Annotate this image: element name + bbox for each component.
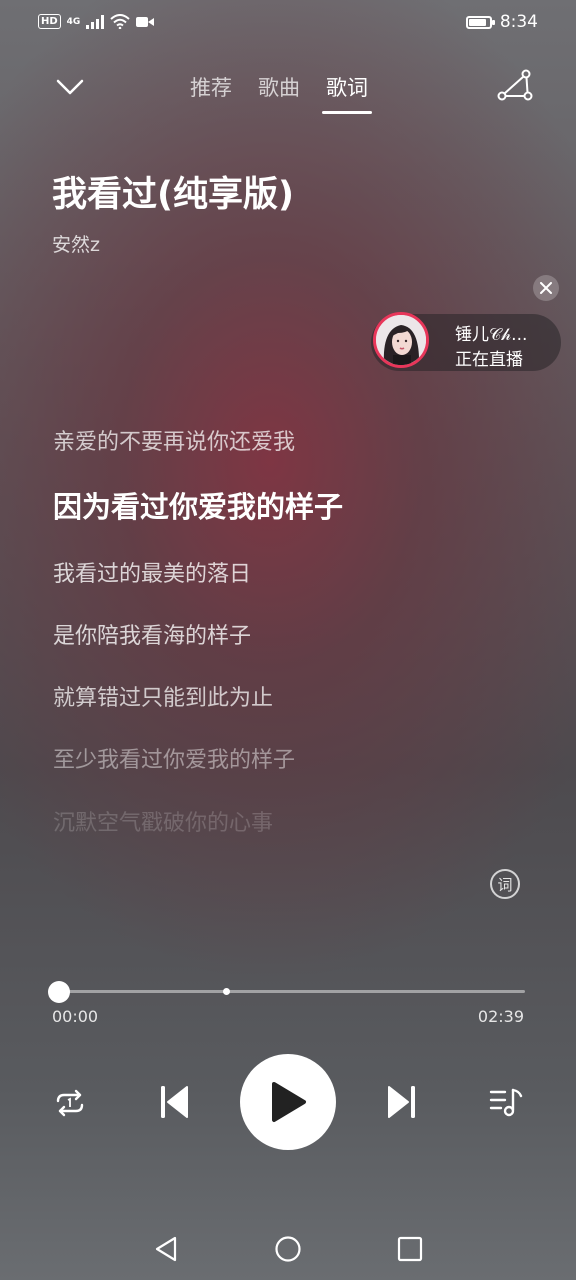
live-avatar[interactable]: [373, 312, 429, 368]
lyrics-toggle-button[interactable]: 词: [490, 869, 520, 899]
artist-name[interactable]: 安然z: [52, 230, 100, 257]
repeat-icon: [56, 1089, 84, 1117]
progress-track[interactable]: [59, 990, 525, 993]
skip-next-icon: [388, 1086, 415, 1118]
close-icon: [540, 282, 552, 294]
share-icon: [497, 69, 533, 101]
live-streamer-name: 锤儿𝒞𝒽...: [455, 325, 528, 345]
chevron-down-icon: [56, 79, 84, 95]
song-title: 我看过(纯享版): [52, 175, 294, 215]
signal-type: 4G: [66, 16, 81, 27]
back-triangle-icon: [155, 1236, 177, 1262]
home-button[interactable]: [268, 1229, 308, 1269]
lyric-line[interactable]: 沉默空气戳破你的心事: [53, 805, 273, 837]
recents-button[interactable]: [390, 1229, 430, 1269]
progress-thumb[interactable]: [48, 981, 70, 1003]
lyric-line[interactable]: 我看过的最美的落日: [53, 556, 251, 588]
home-circle-icon: [275, 1236, 301, 1262]
lyric-line[interactable]: 就算错过只能到此为止: [53, 680, 273, 712]
battery-icon: [465, 15, 495, 29]
play-button[interactable]: [240, 1054, 336, 1150]
recents-square-icon: [397, 1236, 423, 1262]
collapse-button[interactable]: [52, 72, 88, 102]
playlist-icon: [489, 1088, 523, 1117]
status-bar-left: HD 4G: [38, 14, 155, 29]
current-time: 00:00: [52, 1007, 99, 1026]
lyric-line[interactable]: 至少我看过你爱我的样子: [53, 742, 295, 774]
previous-button[interactable]: [154, 1081, 194, 1123]
lyric-line[interactable]: 是你陪我看海的样子: [53, 618, 251, 650]
streamer-portrait-icon: [376, 315, 426, 365]
lyrics-icon-label: 词: [497, 875, 513, 894]
tab-lyrics[interactable]: 歌词: [322, 72, 372, 114]
tab-song[interactable]: 歌曲: [258, 72, 300, 114]
wifi-icon: [110, 14, 130, 29]
live-close-button[interactable]: [533, 275, 559, 301]
tab-recommend[interactable]: 推荐: [190, 72, 232, 114]
next-button[interactable]: [382, 1081, 422, 1123]
tab-bar: 推荐 歌曲 歌词: [190, 72, 372, 114]
buffer-marker: [223, 988, 231, 995]
share-button[interactable]: [496, 68, 534, 102]
live-status: 正在直播: [455, 350, 523, 370]
play-icon: [272, 1082, 306, 1122]
total-time: 02:39: [477, 1007, 524, 1026]
back-button[interactable]: [146, 1229, 186, 1269]
clock: 8:34: [499, 12, 538, 32]
signal-icon: [86, 14, 105, 29]
video-call-icon: [136, 16, 155, 27]
repeat-button[interactable]: [50, 1086, 90, 1120]
playlist-button[interactable]: [486, 1084, 526, 1120]
status-bar-right: 8:34: [465, 12, 538, 32]
skip-previous-icon: [161, 1086, 188, 1118]
lyric-line-current[interactable]: 因为看过你爱我的样子: [53, 484, 343, 526]
lyric-line[interactable]: 亲爱的不要再说你还爱我: [53, 424, 295, 456]
hd-badge: HD: [38, 14, 61, 29]
